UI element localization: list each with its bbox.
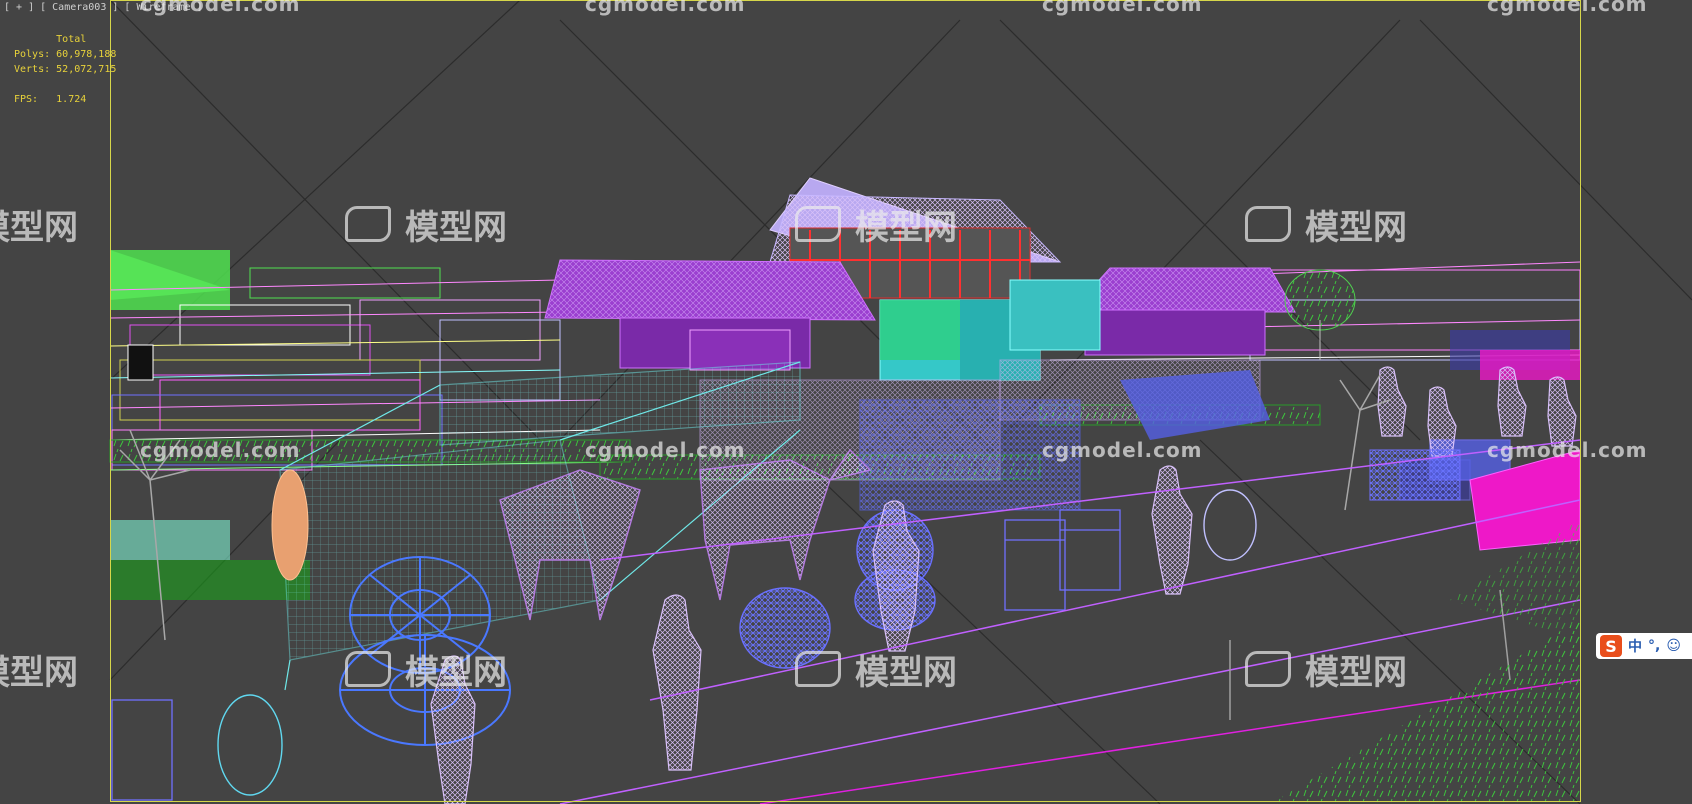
watermark-site: cgmodel.com: [585, 0, 746, 16]
watermark-site: cgmodel.com: [585, 438, 746, 462]
verts-row: Verts: 52,072,715: [14, 62, 116, 77]
watermark-site: cgmodel.com: [1042, 0, 1203, 16]
fps-value: 1.724: [56, 94, 87, 105]
emoji-icon[interactable]: ☺: [1666, 638, 1681, 654]
stats-total-label: Total: [56, 34, 87, 45]
watermark-logo: 模型网: [0, 653, 78, 693]
watermark-emblem-icon: [345, 651, 391, 687]
watermark-emblem-icon: [795, 206, 841, 242]
watermark-site: cgmodel.com: [140, 438, 301, 462]
3d-viewport[interactable]: [ + ] [ Camera003 ] [ Wireframe ] Total …: [0, 0, 1692, 804]
watermark-logo: 模型网: [855, 208, 957, 248]
watermark-site: cgmodel.com: [140, 0, 301, 16]
watermark-emblem-icon: [1245, 651, 1291, 687]
fps-label: FPS:: [14, 94, 39, 105]
ime-mode-toggle[interactable]: 中: [1628, 636, 1642, 656]
watermark-site: cgmodel.com: [1487, 438, 1648, 462]
watermark-emblem-icon: [1245, 206, 1291, 242]
watermark-logo: 模型网: [855, 653, 957, 693]
stats-spacer: [14, 77, 116, 92]
stats-header: Total: [14, 32, 116, 47]
watermark-logo: 模型网: [405, 653, 507, 693]
watermark-logo: 模型网: [1305, 208, 1407, 248]
watermark-logo: 模型网: [405, 208, 507, 248]
fps-row: FPS: 1.724: [14, 92, 116, 107]
verts-value: 52,072,715: [56, 64, 117, 75]
polys-value: 60,978,188: [56, 49, 117, 60]
polys-row: Polys: 60,978,188: [14, 47, 116, 62]
sogou-icon[interactable]: S: [1600, 635, 1622, 657]
ime-punctuation-toggle[interactable]: °,: [1648, 638, 1660, 654]
polys-label: Polys:: [14, 49, 51, 60]
watermark-site: cgmodel.com: [1487, 0, 1648, 16]
watermark-logo: 模型网: [0, 208, 78, 248]
watermark-site: cgmodel.com: [1042, 438, 1203, 462]
ime-toolbar[interactable]: S 中 °, ☺: [1596, 633, 1692, 659]
watermark-emblem-icon: [795, 651, 841, 687]
watermark-logo: 模型网: [1305, 653, 1407, 693]
stats-overlay: Total Polys: 60,978,188 Verts: 52,072,71…: [14, 32, 116, 107]
watermark-emblem-icon: [345, 206, 391, 242]
verts-label: Verts:: [14, 64, 51, 75]
